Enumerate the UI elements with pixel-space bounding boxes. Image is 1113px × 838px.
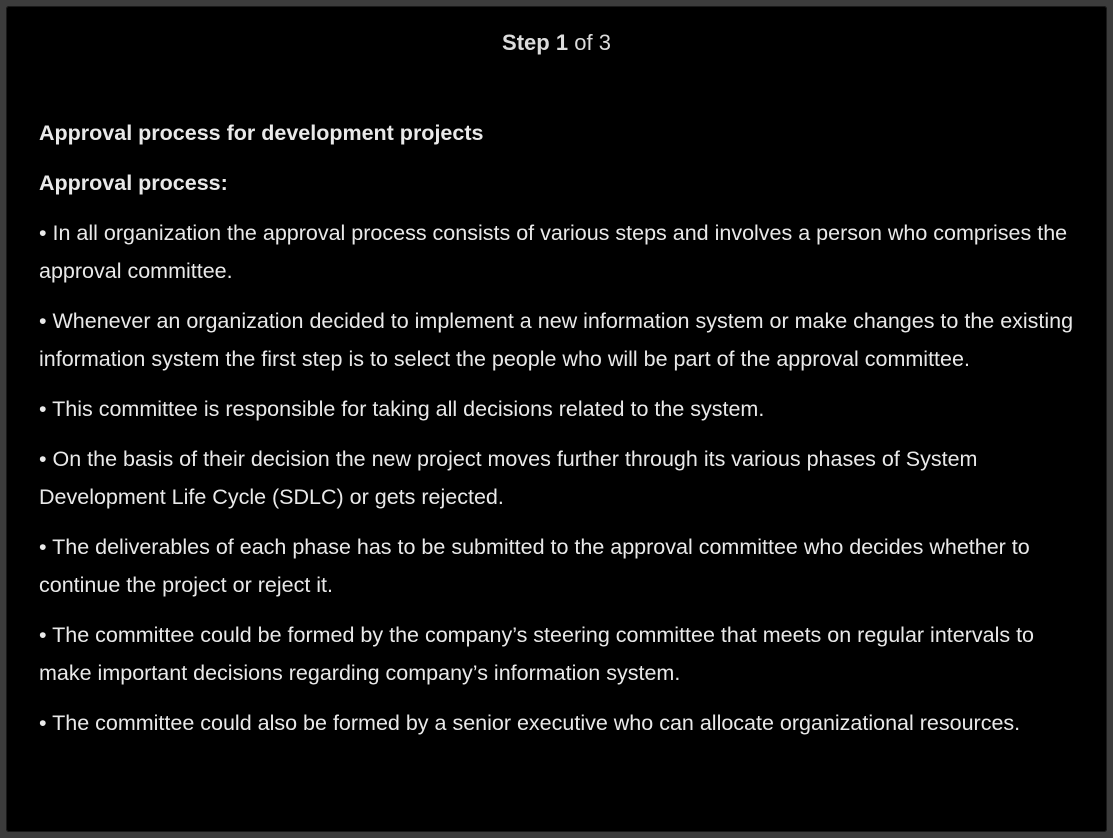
section-heading: Approval process: [39, 171, 228, 195]
list-item: • In all organization the approval proce… [39, 221, 1068, 283]
step-word: Step [502, 30, 550, 55]
list-item: • The committee could also be formed by … [39, 711, 1021, 735]
list-item: • On the basis of their decision the new… [39, 447, 978, 509]
step-current: 1 [555, 30, 569, 55]
window-frame: Step 1 of 3 Approval process for develop… [0, 0, 1113, 838]
page-title: Approval process for development project… [39, 121, 484, 145]
bullet-list: • In all organization the approval proce… [39, 214, 1083, 742]
list-item: • The deliverables of each phase has to … [39, 535, 1030, 597]
list-item: • The committee could be formed by the c… [39, 623, 1035, 685]
step-indicator: Step 1 of 3 [6, 30, 1107, 56]
list-item: • Whenever an organization decided to im… [39, 309, 1074, 371]
step-total: of 3 [574, 30, 611, 55]
document-body: Approval process for development project… [39, 114, 1083, 754]
list-item: • This committee is responsible for taki… [39, 397, 765, 421]
content-panel: Step 1 of 3 Approval process for develop… [6, 6, 1107, 832]
